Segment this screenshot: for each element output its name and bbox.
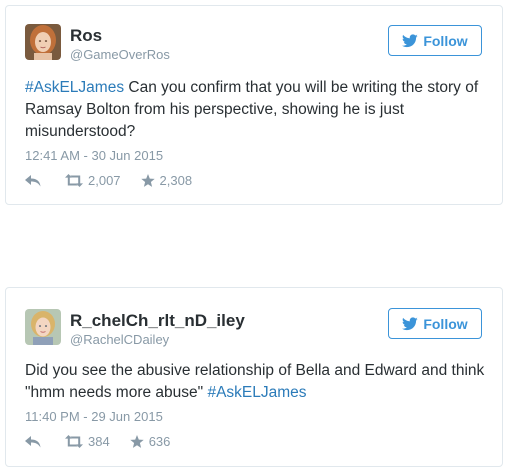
star-icon — [140, 173, 155, 188]
avatar[interactable] — [25, 24, 61, 60]
tweet-text: Did you see the abusive relationship of … — [25, 360, 495, 404]
twitter-bird-icon — [402, 316, 419, 331]
favorite-count: 636 — [148, 434, 171, 449]
twitter-bird-icon — [402, 33, 419, 48]
hashtag-link[interactable]: #AskELJames — [25, 79, 124, 96]
tweet-card: Ros @GameOverRos Follow #AskELJames Can … — [5, 5, 503, 205]
reply-button[interactable] — [25, 435, 41, 448]
retweet-count: 384 — [88, 434, 110, 449]
avatar[interactable] — [25, 309, 61, 345]
star-icon — [130, 434, 144, 449]
favorite-button[interactable]: 2,308 — [140, 173, 193, 188]
follow-button[interactable]: Follow — [388, 25, 482, 56]
tweet-timestamp[interactable]: 12:41 AM - 30 Jun 2015 — [25, 148, 163, 163]
retweet-icon — [65, 174, 83, 187]
retweet-icon — [65, 435, 83, 448]
retweet-button[interactable]: 384 — [65, 434, 110, 449]
retweet-count: 2,007 — [88, 173, 121, 188]
user-handle[interactable]: @GameOverRos — [70, 47, 170, 62]
reply-icon — [25, 174, 41, 187]
tweet-actions: 384 636 — [25, 434, 170, 449]
follow-label: Follow — [423, 315, 468, 332]
tweet-actions: 2,007 2,308 — [25, 173, 192, 188]
favorite-button[interactable]: 636 — [130, 434, 171, 449]
reply-icon — [25, 435, 41, 448]
tweet-card: R_chelCh_rlt_nD_iley @RachelCDailey Foll… — [5, 287, 503, 467]
retweet-button[interactable]: 2,007 — [65, 173, 121, 188]
display-name[interactable]: Ros — [70, 26, 102, 46]
hashtag-link[interactable]: #AskELJames — [207, 384, 306, 401]
tweet-text: #AskELJames Can you confirm that you wil… — [25, 77, 495, 143]
favorite-count: 2,308 — [159, 173, 193, 188]
follow-button[interactable]: Follow — [388, 308, 482, 339]
follow-label: Follow — [423, 32, 468, 49]
display-name[interactable]: R_chelCh_rlt_nD_iley — [70, 311, 245, 331]
tweet-timestamp[interactable]: 11:40 PM - 29 Jun 2015 — [25, 409, 163, 424]
reply-button[interactable] — [25, 174, 41, 187]
user-handle[interactable]: @RachelCDailey — [70, 332, 169, 347]
